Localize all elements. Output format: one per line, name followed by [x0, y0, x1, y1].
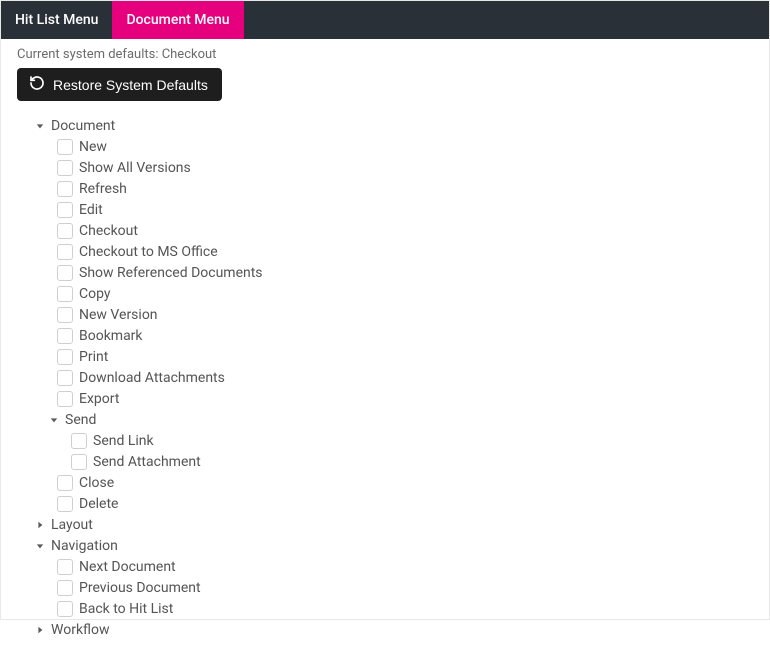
tree-item-label: Refresh: [79, 181, 127, 197]
tree-item-edit: Edit: [17, 199, 753, 220]
tree-item-export: Export: [17, 388, 753, 409]
tree-item-show-all-versions: Show All Versions: [17, 157, 753, 178]
tree-item-new: New: [17, 136, 753, 157]
tree-node-send[interactable]: Send: [17, 409, 753, 430]
caret-down-icon[interactable]: [35, 541, 45, 551]
tree-node-label: Document: [51, 118, 115, 134]
tree-item-label: Send Attachment: [93, 454, 201, 470]
tree-node-layout[interactable]: Layout: [17, 514, 753, 535]
caret-right-icon[interactable]: [35, 625, 45, 635]
checkbox[interactable]: [57, 244, 73, 260]
checkbox[interactable]: [57, 286, 73, 302]
tree-item-copy: Copy: [17, 283, 753, 304]
tree-item-label: Download Attachments: [79, 370, 225, 386]
tree-item-send-attachment: Send Attachment: [17, 451, 753, 472]
tree-node-label: Workflow: [51, 622, 110, 638]
tree-node-document[interactable]: Document: [17, 115, 753, 136]
checkbox[interactable]: [57, 391, 73, 407]
restore-button-label: Restore System Defaults: [53, 77, 208, 93]
tree-item-label: Close: [79, 475, 114, 491]
tree-item-back-to-hit-list: Back to Hit List: [17, 598, 753, 619]
tree-item-label: Previous Document: [79, 580, 201, 596]
undo-icon: [29, 75, 45, 94]
tree-item-label: Show Referenced Documents: [79, 265, 263, 281]
caret-down-icon[interactable]: [35, 121, 45, 131]
tree-item-bookmark: Bookmark: [17, 325, 753, 346]
checkbox[interactable]: [57, 328, 73, 344]
checkbox[interactable]: [57, 349, 73, 365]
tree-item-label: Checkout to MS Office: [79, 244, 218, 260]
tree-item-close: Close: [17, 472, 753, 493]
tree-node-label: Send: [65, 412, 96, 428]
tree-item-label: New Version: [79, 307, 158, 323]
checkbox[interactable]: [57, 580, 73, 596]
tree-item-download-attachments: Download Attachments: [17, 367, 753, 388]
tree-node-label: Layout: [51, 517, 93, 533]
checkbox[interactable]: [57, 601, 73, 617]
tab-hit-list-menu[interactable]: Hit List Menu: [1, 1, 112, 39]
tree-item-previous-document: Previous Document: [17, 577, 753, 598]
tree-item-label: Delete: [79, 496, 118, 512]
tree-item-label: Print: [79, 349, 108, 365]
caret-right-icon[interactable]: [35, 520, 45, 530]
current-system-defaults-label: Current system defaults: Checkout: [17, 47, 753, 62]
menu-tree: Document New Show All Versions Refresh E…: [17, 115, 753, 640]
tree-item-send-link: Send Link: [17, 430, 753, 451]
checkbox[interactable]: [57, 202, 73, 218]
checkbox[interactable]: [57, 475, 73, 491]
checkbox[interactable]: [57, 181, 73, 197]
tab-document-menu[interactable]: Document Menu: [112, 1, 243, 39]
checkbox[interactable]: [71, 433, 87, 449]
tree-item-delete: Delete: [17, 493, 753, 514]
tree-item-next-document: Next Document: [17, 556, 753, 577]
tree-node-navigation[interactable]: Navigation: [17, 535, 753, 556]
checkbox[interactable]: [57, 496, 73, 512]
tree-item-new-version: New Version: [17, 304, 753, 325]
tree-item-label: Export: [79, 391, 119, 407]
tree-item-label: New: [79, 139, 107, 155]
tree-item-refresh: Refresh: [17, 178, 753, 199]
tree-item-label: Show All Versions: [79, 160, 191, 176]
checkbox[interactable]: [57, 139, 73, 155]
tree-item-label: Copy: [79, 286, 111, 302]
tree-item-label: Edit: [79, 202, 103, 218]
checkbox[interactable]: [57, 265, 73, 281]
tree-item-checkout-ms-office: Checkout to MS Office: [17, 241, 753, 262]
tree-item-label: Next Document: [79, 559, 176, 575]
checkbox[interactable]: [57, 160, 73, 176]
tree-item-show-referenced-documents: Show Referenced Documents: [17, 262, 753, 283]
tree-item-label: Back to Hit List: [79, 601, 173, 617]
tab-bar: Hit List Menu Document Menu: [1, 1, 769, 39]
restore-system-defaults-button[interactable]: Restore System Defaults: [17, 68, 222, 101]
tree-item-print: Print: [17, 346, 753, 367]
tree-item-label: Send Link: [93, 433, 154, 449]
tree-node-label: Navigation: [51, 538, 118, 554]
checkbox[interactable]: [57, 223, 73, 239]
content-area: Current system defaults: Checkout Restor…: [1, 39, 769, 648]
tree-item-label: Checkout: [79, 223, 138, 239]
checkbox[interactable]: [71, 454, 87, 470]
tree-item-checkout: Checkout: [17, 220, 753, 241]
tree-node-workflow[interactable]: Workflow: [17, 619, 753, 640]
checkbox[interactable]: [57, 559, 73, 575]
caret-down-icon[interactable]: [49, 415, 59, 425]
checkbox[interactable]: [57, 307, 73, 323]
tree-item-label: Bookmark: [79, 328, 143, 344]
checkbox[interactable]: [57, 370, 73, 386]
